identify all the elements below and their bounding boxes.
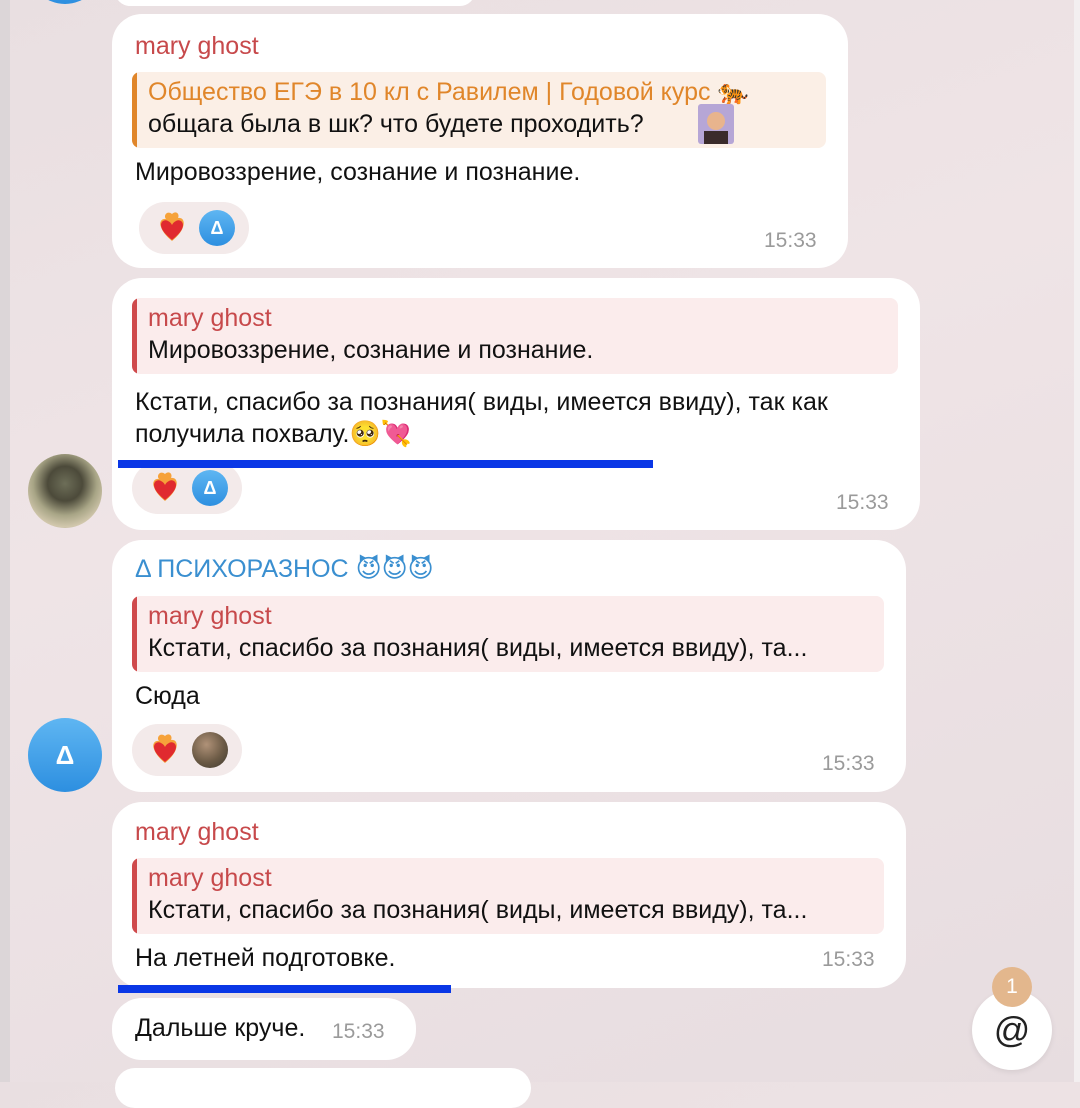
message-time: 15:33 [822,948,875,971]
message-bubble-4[interactable]: mary ghost mary ghost Кстати, спасибо за… [112,802,906,988]
sender-name[interactable]: Δ ПСИХОРАЗНОС 😈😈😈 [135,554,434,584]
reaction-pill[interactable]: Δ [132,462,242,514]
message-text-line-1: Кстати, спасибо за познания( виды, имеет… [135,388,828,416]
reaction-user-avatar[interactable] [192,732,228,768]
mention-count-badge: 1 [992,967,1032,1007]
message-text-line-2: получила похвалу.🥺💘 [135,420,412,448]
quote-text: Кстати, спасибо за познания( виды, имеет… [148,896,808,924]
burning-heart-icon [160,212,184,241]
pleading-heart-emoji-icon: 🥺💘 [349,420,412,448]
burning-heart-icon [153,472,177,501]
tiger-icon: 🐅 [717,78,749,106]
previous-message-bubble[interactable] [115,0,475,6]
user-avatar[interactable] [28,454,102,528]
message-bubble-2[interactable]: mary ghost Мировоззрение, сознание и поз… [112,278,920,530]
reply-quote[interactable]: mary ghost Кстати, спасибо за познания( … [132,596,884,672]
message-text: На летней подготовке. [135,944,396,972]
message-bubble-5[interactable]: Дальше круче. 15:33 [112,998,416,1060]
quote-title: mary ghost [148,602,272,630]
message-text: Сюда [135,682,200,710]
next-message-bubble[interactable] [115,1068,531,1108]
quote-title: Общество ЕГЭ в 10 кл с Равилем | Годовой… [148,78,749,106]
quote-thumbnail-icon [698,104,734,144]
message-text: Мировоззрение, сознание и познание. [135,158,581,186]
right-edge [1074,0,1080,1082]
message-bubble-1[interactable]: mary ghost Общество ЕГЭ в 10 кл с Равиле… [112,14,848,268]
message-time: 15:33 [822,752,875,775]
annotation-underline [118,985,451,993]
quote-text: Кстати, спасибо за познания( виды, имеет… [148,634,808,662]
message-text: Дальше круче. [135,1014,306,1042]
reply-quote[interactable]: mary ghost Мировоззрение, сознание и поз… [132,298,898,374]
quote-text: Мировоззрение, сознание и познание. [148,336,594,364]
message-time: 15:33 [764,229,817,252]
quote-title: mary ghost [148,304,272,332]
annotation-underline [118,460,653,468]
message-bubble-3[interactable]: Δ ПСИХОРАЗНОС 😈😈😈 mary ghost Кстати, спа… [112,540,906,792]
quote-text: общага была в шк? что будете проходить? [148,110,644,138]
previous-avatar[interactable] [28,0,102,4]
left-edge [0,0,10,1082]
reaction-pill[interactable] [132,724,242,776]
sender-name[interactable]: mary ghost [135,32,259,61]
reaction-user-avatar[interactable]: Δ [192,470,228,506]
reply-quote[interactable]: mary ghost Кстати, спасибо за познания( … [132,858,884,934]
reaction-user-avatar[interactable]: Δ [199,210,235,246]
message-time: 15:33 [836,491,889,514]
burning-heart-icon [153,734,177,763]
user-avatar[interactable]: Δ [28,718,102,792]
sender-name[interactable]: mary ghost [135,818,259,847]
message-time: 15:33 [332,1020,385,1043]
devil-emoji-icon: 😈😈😈 [355,555,434,583]
reaction-pill[interactable]: Δ [139,202,249,254]
reply-quote[interactable]: Общество ЕГЭ в 10 кл с Равилем | Годовой… [132,72,826,148]
quote-title: mary ghost [148,864,272,892]
